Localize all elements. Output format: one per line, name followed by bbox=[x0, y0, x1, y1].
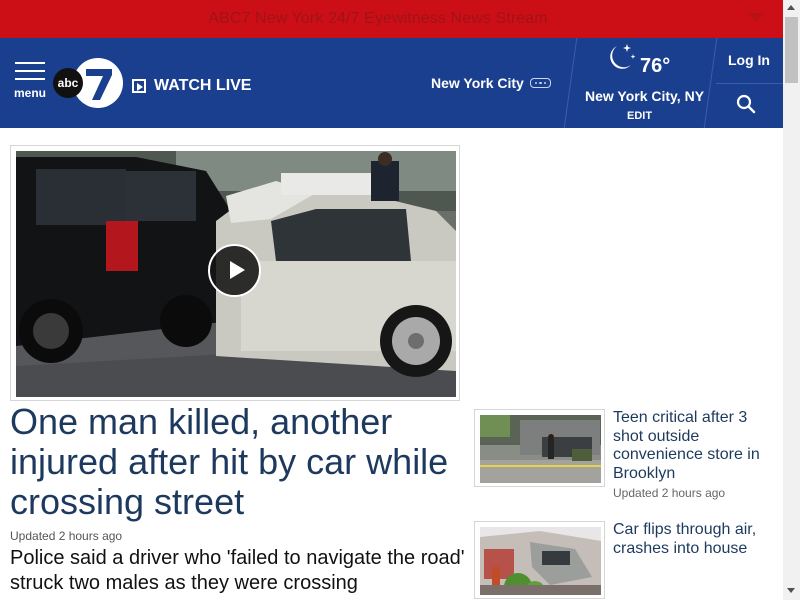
search-icon[interactable] bbox=[736, 94, 756, 114]
moon-stars-icon bbox=[610, 44, 636, 69]
live-stream-title[interactable]: ABC7 New York 24/7 Eyewitness News Strea… bbox=[0, 10, 756, 28]
scroll-down-arrow-icon[interactable] bbox=[787, 588, 795, 593]
side-story[interactable]: Teen critical after 3 shot outside conve… bbox=[474, 409, 774, 504]
car-crash-house-photo[interactable] bbox=[480, 527, 601, 595]
hamburger-icon[interactable] bbox=[15, 62, 45, 64]
menu-label[interactable]: menu bbox=[12, 86, 48, 100]
story-headline[interactable]: Car flips through air, crashes into hous… bbox=[613, 521, 773, 558]
story-thumbnail[interactable] bbox=[474, 521, 605, 599]
chevron-down-icon[interactable] bbox=[747, 12, 765, 24]
watch-live-label[interactable]: WATCH LIVE bbox=[154, 77, 251, 95]
lead-story-headline[interactable]: One man killed, another injured after hi… bbox=[10, 402, 470, 522]
story-thumbnail[interactable] bbox=[474, 409, 605, 487]
page-scrollbar[interactable] bbox=[783, 0, 800, 600]
site-header: menu abc WATCH LIVE New York City 76° Ne… bbox=[0, 38, 783, 128]
brooklyn-scene-photo[interactable] bbox=[480, 415, 601, 483]
hamburger-icon-bar[interactable] bbox=[15, 78, 45, 80]
abc7-logo[interactable]: abc bbox=[50, 56, 126, 110]
scrollbar-thumb[interactable] bbox=[785, 17, 798, 83]
menu-button[interactable]: menu bbox=[12, 60, 48, 104]
lead-story-description[interactable]: Police said a driver who 'failed to navi… bbox=[10, 546, 470, 596]
city-selector[interactable]: New York City bbox=[431, 75, 524, 91]
weather-edit-link[interactable]: EDIT bbox=[627, 110, 652, 122]
watch-live-button[interactable]: WATCH LIVE bbox=[132, 76, 251, 96]
svg-text:abc: abc bbox=[58, 76, 79, 90]
temperature[interactable]: 76° bbox=[640, 55, 670, 78]
login-link[interactable]: Log In bbox=[728, 52, 770, 68]
more-options-icon[interactable] bbox=[530, 78, 551, 88]
weather-location[interactable]: New York City, NY bbox=[585, 88, 704, 104]
lead-story-timestamp: Updated 2 hours ago bbox=[10, 529, 123, 543]
side-story[interactable]: Car flips through air, crashes into hous… bbox=[474, 521, 774, 599]
header-divider bbox=[563, 38, 578, 128]
story-headline[interactable]: Teen critical after 3 shot outside conve… bbox=[613, 409, 773, 484]
story-timestamp: Updated 2 hours ago bbox=[613, 486, 726, 500]
play-icon[interactable] bbox=[132, 79, 146, 93]
scroll-up-arrow-icon[interactable] bbox=[787, 5, 795, 10]
hamburger-icon-bar[interactable] bbox=[15, 70, 45, 72]
header-divider bbox=[716, 83, 783, 84]
live-stream-bar[interactable]: ABC7 New York 24/7 Eyewitness News Strea… bbox=[0, 0, 783, 38]
video-play-button[interactable] bbox=[208, 244, 261, 297]
